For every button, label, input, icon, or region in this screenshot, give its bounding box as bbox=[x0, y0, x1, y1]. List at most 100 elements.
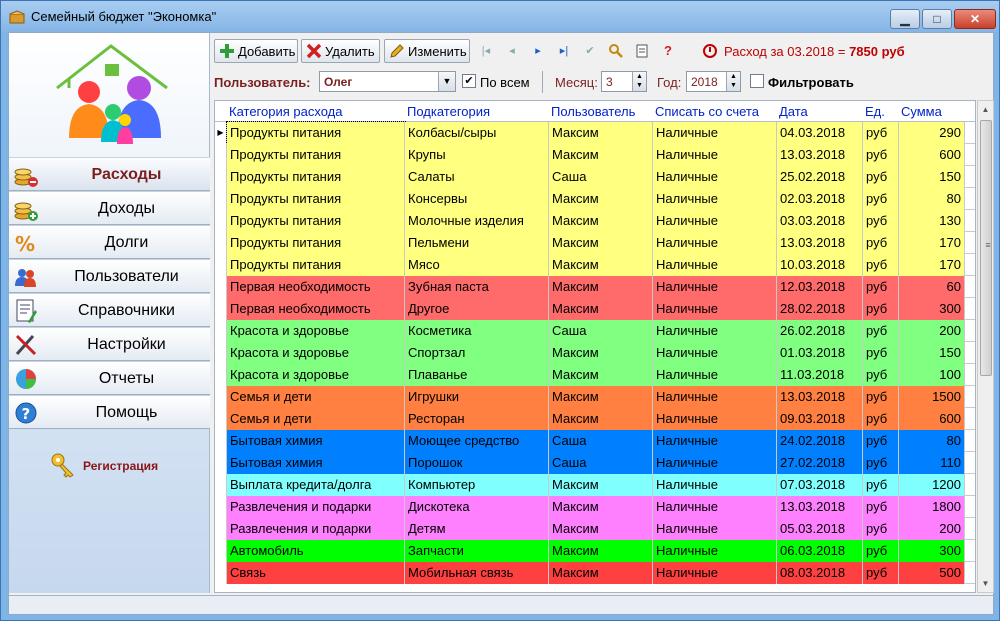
cell-subcategory[interactable]: Игрушки bbox=[405, 386, 549, 408]
cell-unit[interactable]: руб bbox=[863, 386, 899, 408]
cell-subcategory[interactable]: Салаты bbox=[405, 166, 549, 188]
registration-link[interactable]: Регистрация bbox=[49, 451, 209, 481]
sidebar-item-reports[interactable]: Отчеты bbox=[9, 361, 210, 395]
cell-account[interactable]: Наличные bbox=[653, 188, 777, 210]
row-selector[interactable] bbox=[215, 430, 227, 452]
cell-user[interactable]: Максим bbox=[549, 562, 653, 584]
cell-account[interactable]: Наличные bbox=[653, 210, 777, 232]
cell-date[interactable]: 13.03.2018 bbox=[777, 144, 863, 166]
cell-subcategory[interactable]: Консервы bbox=[405, 188, 549, 210]
cell-category[interactable]: Бытовая химия bbox=[227, 430, 405, 452]
spin-arrows-icon[interactable]: ▲ ▼ bbox=[632, 72, 646, 91]
cell-date[interactable]: 01.03.2018 bbox=[777, 342, 863, 364]
cell-date[interactable]: 13.03.2018 bbox=[777, 386, 863, 408]
cell-account[interactable]: Наличные bbox=[653, 122, 777, 144]
cell-account[interactable]: Наличные bbox=[653, 342, 777, 364]
table-row[interactable]: Продукты питания Пельмени Максим Наличные 13… bbox=[215, 232, 975, 254]
cell-user[interactable]: Максим bbox=[549, 188, 653, 210]
cell-user[interactable]: Максим bbox=[549, 540, 653, 562]
cell-user[interactable]: Максим bbox=[549, 364, 653, 386]
row-selector[interactable] bbox=[215, 386, 227, 408]
cell-unit[interactable]: руб bbox=[863, 518, 899, 540]
cell-user[interactable]: Максим bbox=[549, 254, 653, 276]
month-spinner[interactable]: 3 ▲ ▼ bbox=[601, 71, 647, 92]
spin-arrows-icon[interactable]: ▲ ▼ bbox=[726, 72, 740, 91]
row-selector[interactable] bbox=[215, 276, 227, 298]
cell-unit[interactable]: руб bbox=[863, 540, 899, 562]
cell-sum[interactable]: 150 bbox=[899, 166, 965, 188]
close-button[interactable]: ✕ bbox=[954, 9, 996, 29]
cell-unit[interactable]: руб bbox=[863, 474, 899, 496]
cell-account[interactable]: Наличные bbox=[653, 232, 777, 254]
row-selector[interactable] bbox=[215, 562, 227, 584]
cell-unit[interactable]: руб bbox=[863, 232, 899, 254]
table-row[interactable]: Продукты питания Молочные изделия Максим На… bbox=[215, 210, 975, 232]
document-icon[interactable] bbox=[634, 43, 650, 59]
row-selector[interactable] bbox=[215, 166, 227, 188]
cell-subcategory[interactable]: Спортзал bbox=[405, 342, 549, 364]
cell-date[interactable]: 11.03.2018 bbox=[777, 364, 863, 386]
sidebar-item-help[interactable]: ? Помощь bbox=[9, 395, 210, 429]
cell-subcategory[interactable]: Зубная паста bbox=[405, 276, 549, 298]
cell-category[interactable]: Первая необходимость bbox=[227, 298, 405, 320]
cell-date[interactable]: 10.03.2018 bbox=[777, 254, 863, 276]
row-selector[interactable] bbox=[215, 298, 227, 320]
cell-unit[interactable]: руб bbox=[863, 430, 899, 452]
all-users-checkbox[interactable]: ✔ bbox=[462, 74, 476, 88]
cell-date[interactable]: 05.03.2018 bbox=[777, 518, 863, 540]
sidebar-item-references[interactable]: Справочники bbox=[9, 293, 210, 327]
cell-unit[interactable]: руб bbox=[863, 320, 899, 342]
cell-subcategory[interactable]: Детям bbox=[405, 518, 549, 540]
cell-sum[interactable]: 110 bbox=[899, 452, 965, 474]
cell-subcategory[interactable]: Мясо bbox=[405, 254, 549, 276]
cell-sum[interactable]: 130 bbox=[899, 210, 965, 232]
row-selector[interactable] bbox=[215, 210, 227, 232]
row-selector[interactable] bbox=[215, 452, 227, 474]
cell-category[interactable]: Семья и дети bbox=[227, 386, 405, 408]
cell-subcategory[interactable]: Другое bbox=[405, 298, 549, 320]
cell-sum[interactable]: 500 bbox=[899, 562, 965, 584]
next-record-icon[interactable]: ▸ bbox=[530, 43, 546, 59]
cell-account[interactable]: Наличные bbox=[653, 518, 777, 540]
cell-date[interactable]: 12.03.2018 bbox=[777, 276, 863, 298]
column-header[interactable]: Дата bbox=[779, 104, 808, 119]
cell-user[interactable]: Саша bbox=[549, 430, 653, 452]
cell-date[interactable]: 13.03.2018 bbox=[777, 496, 863, 518]
cell-subcategory[interactable]: Порошок bbox=[405, 452, 549, 474]
cell-account[interactable]: Наличные bbox=[653, 430, 777, 452]
edit-button[interactable]: Изменить bbox=[384, 39, 470, 63]
cell-user[interactable]: Саша bbox=[549, 166, 653, 188]
cell-user[interactable]: Максим bbox=[549, 342, 653, 364]
table-row[interactable]: Продукты питания Крупы Максим Наличные 13.03… bbox=[215, 144, 975, 166]
cell-unit[interactable]: руб bbox=[863, 254, 899, 276]
cell-category[interactable]: Развлечения и подарки bbox=[227, 518, 405, 540]
cell-date[interactable]: 06.03.2018 bbox=[777, 540, 863, 562]
cell-user[interactable]: Максим bbox=[549, 386, 653, 408]
row-selector[interactable] bbox=[215, 474, 227, 496]
column-header[interactable]: Категория расхода bbox=[229, 104, 342, 119]
cell-date[interactable]: 26.02.2018 bbox=[777, 320, 863, 342]
row-selector[interactable] bbox=[215, 188, 227, 210]
checkmark-icon[interactable]: ✔ bbox=[582, 43, 598, 59]
cell-user[interactable]: Максим bbox=[549, 210, 653, 232]
table-row[interactable]: Первая необходимость Зубная паста Максим На… bbox=[215, 276, 975, 298]
row-selector[interactable] bbox=[215, 518, 227, 540]
cell-user[interactable]: Максим bbox=[549, 276, 653, 298]
cell-subcategory[interactable]: Пельмени bbox=[405, 232, 549, 254]
cell-account[interactable]: Наличные bbox=[653, 320, 777, 342]
expenses-table[interactable]: Категория расхода Подкатегория Пользоват… bbox=[214, 100, 976, 593]
cell-category[interactable]: Продукты питания bbox=[227, 188, 405, 210]
row-selector[interactable] bbox=[215, 540, 227, 562]
cell-date[interactable]: 08.03.2018 bbox=[777, 562, 863, 584]
filter-checkbox[interactable] bbox=[750, 74, 764, 88]
sidebar-item-settings[interactable]: Настройки bbox=[9, 327, 210, 361]
table-row[interactable]: Бытовая химия Моющее средство Саша Наличные… bbox=[215, 430, 975, 452]
table-row[interactable]: Красота и здоровье Плаванье Максим Наличные… bbox=[215, 364, 975, 386]
cell-subcategory[interactable]: Запчасти bbox=[405, 540, 549, 562]
table-row[interactable]: Продукты питания Консервы Максим Наличные 02… bbox=[215, 188, 975, 210]
cell-date[interactable]: 27.02.2018 bbox=[777, 452, 863, 474]
scroll-down-icon[interactable]: ▼ bbox=[978, 575, 993, 592]
table-row[interactable]: Бытовая химия Порошок Саша Наличные 27.02.20… bbox=[215, 452, 975, 474]
cell-category[interactable]: Семья и дети bbox=[227, 408, 405, 430]
cell-sum[interactable]: 80 bbox=[899, 188, 965, 210]
